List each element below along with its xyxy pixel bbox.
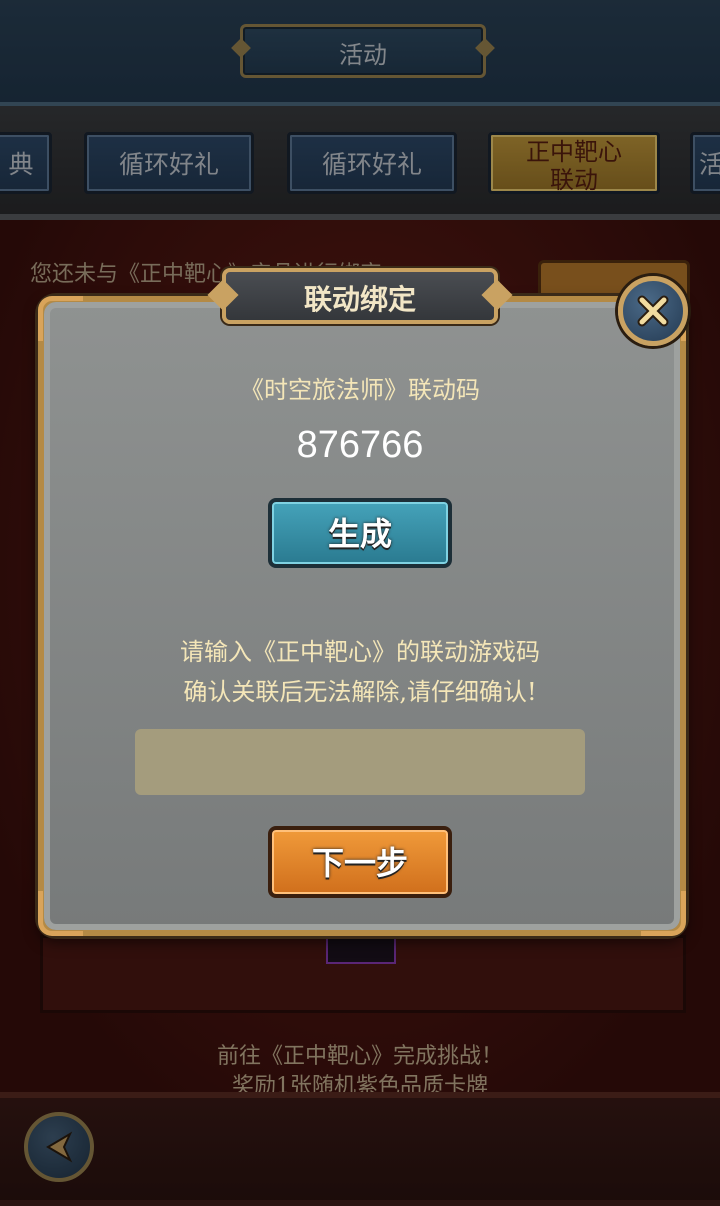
collab-code-label: 《时空旅法师》联动码 — [240, 376, 480, 404]
generate-button[interactable]: 生成 — [268, 498, 452, 568]
close-x-icon — [637, 295, 669, 327]
collab-code-value: 876766 — [296, 424, 424, 466]
collab-code-input[interactable] — [135, 729, 585, 795]
dialog-corner-ornament — [38, 891, 83, 936]
instruction-line-1: 请输入《正中靶心》的联动游戏码 — [180, 638, 540, 666]
dialog-corner-ornament — [38, 296, 83, 341]
dialog-title-plate: 联动绑定 — [222, 268, 498, 324]
close-button[interactable] — [618, 276, 688, 346]
dialog-title: 联动绑定 — [303, 283, 416, 316]
next-step-button[interactable]: 下一步 — [268, 826, 452, 898]
instruction-line-2: 确认关联后无法解除,请仔细确认! — [183, 678, 537, 706]
dialog-corner-ornament — [641, 891, 686, 936]
